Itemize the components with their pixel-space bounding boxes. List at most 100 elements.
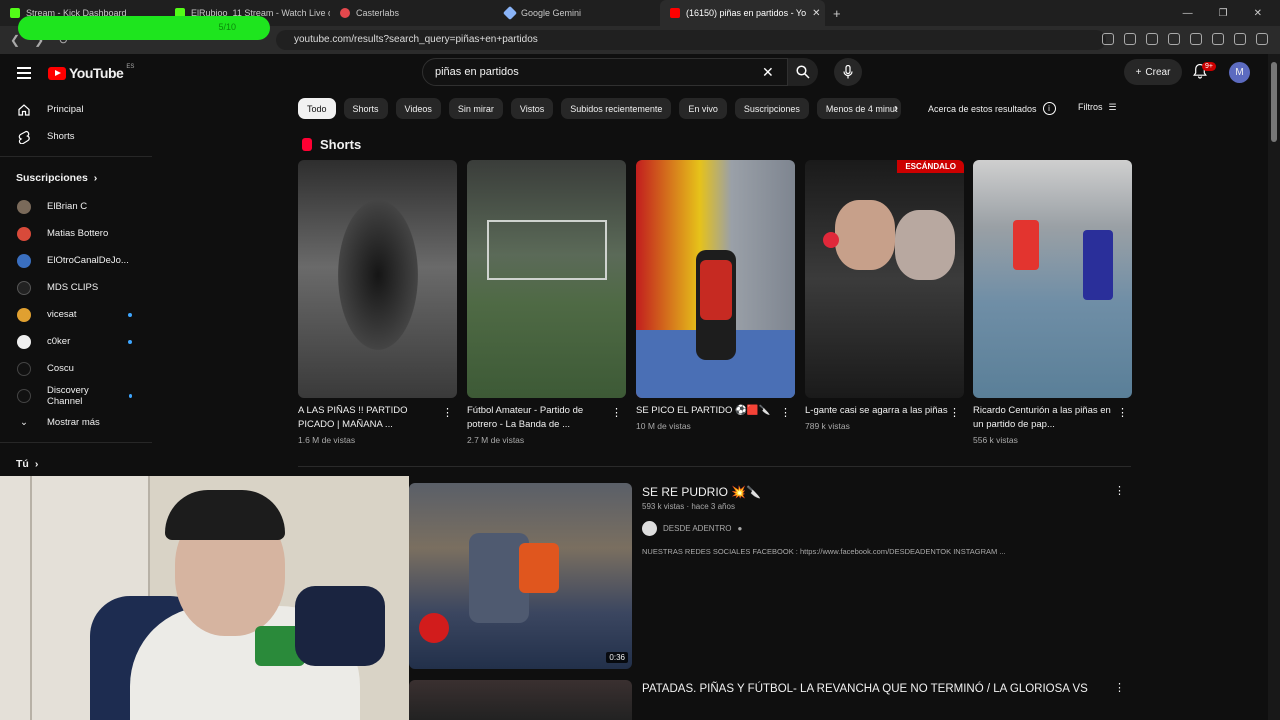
divider [0, 156, 152, 157]
youtube-play-icon [48, 66, 66, 80]
url-field[interactable]: youtube.com/results?search_query=piñas+e… [276, 30, 1106, 50]
filters-button[interactable]: Filtros ☰ [1078, 102, 1117, 113]
about-results[interactable]: Acerca de estos resultados i [928, 102, 1056, 115]
info-icon: i [1042, 102, 1056, 115]
youtube-logo[interactable]: YouTube ES [48, 64, 134, 81]
chip-subscriptions[interactable]: Suscripciones [734, 98, 809, 119]
short-card[interactable]: A LAS PIÑAS !! PARTIDO PICADO | MAÑANA .… [298, 160, 457, 445]
short-thumbnail[interactable]: ESCÁNDALO [805, 160, 964, 398]
video-title[interactable]: PATADAS. PIÑAS Y FÚTBOL- LA REVANCHA QUE… [642, 683, 1088, 695]
chip-shorts[interactable]: Shorts [343, 98, 388, 119]
more-options-icon[interactable]: ⋮ [1114, 484, 1125, 497]
chip-under-4-min[interactable]: Menos de 4 minut [816, 98, 901, 119]
home-icon [18, 103, 30, 116]
short-thumbnail[interactable] [467, 160, 626, 398]
chip-live[interactable]: En vivo [679, 98, 727, 119]
extension-icon[interactable] [1124, 33, 1136, 45]
browser-tab-active[interactable]: (16150) piñas en partidos - Yo ✕ [660, 0, 825, 26]
filter-icon: ☰ [1108, 102, 1117, 112]
channel-link[interactable]: DESDE ADENTRO ● [642, 521, 742, 536]
hamburger-menu-icon[interactable] [17, 67, 31, 82]
video-thumbnail[interactable]: 0:36 [409, 483, 632, 669]
search-button[interactable] [788, 58, 818, 86]
extension-icon[interactable] [1212, 33, 1224, 45]
filter-chips: Todo Shorts Videos Sin mirar Vistos Subi… [298, 98, 901, 119]
more-options-icon[interactable]: ⋮ [1117, 406, 1128, 419]
extension-icon[interactable] [1168, 33, 1180, 45]
search-input[interactable]: piñas en partidos [422, 58, 788, 86]
chip-recent[interactable]: Subidos recientemente [561, 98, 672, 119]
channel-avatar [17, 280, 31, 295]
close-window-icon[interactable]: ✕ [1254, 8, 1262, 19]
sidebar-item-subscription[interactable]: ElBrian C [0, 193, 152, 220]
chip-watched[interactable]: Vistos [510, 98, 554, 119]
shorts-icon [18, 130, 30, 144]
browser-tab[interactable]: Google Gemini [495, 0, 660, 26]
sidebar-item-subscription[interactable]: vicesat [0, 301, 152, 328]
sidebar-item-subscription[interactable]: c0ker [0, 328, 152, 355]
shorts-icon [302, 138, 312, 151]
short-thumbnail[interactable] [298, 160, 457, 398]
new-tab-icon[interactable]: + [825, 6, 849, 21]
more-options-icon[interactable]: ⋮ [1114, 681, 1125, 694]
kick-icon [10, 8, 20, 18]
more-options-icon[interactable]: ⋮ [611, 406, 622, 419]
extension-icon[interactable] [1146, 33, 1158, 45]
channel-avatar [17, 388, 31, 403]
new-content-dot [128, 312, 132, 317]
scrollbar-thumb[interactable] [1271, 62, 1277, 142]
browser-tab[interactable]: Casterlabs [330, 0, 495, 26]
subscriptions-header[interactable]: Suscripciones › [0, 163, 152, 193]
you-section-header[interactable]: Tú › [0, 449, 152, 479]
minimize-icon[interactable]: — [1183, 8, 1193, 19]
chip-all[interactable]: Todo [298, 98, 336, 119]
sidebar-item-subscription[interactable]: ElOtroCanalDeJo... [0, 247, 152, 274]
extensions [1102, 33, 1268, 45]
short-thumbnail[interactable] [636, 160, 795, 398]
scrollbar[interactable] [1268, 54, 1280, 720]
search-icon [796, 65, 810, 79]
account-avatar[interactable]: M [1229, 62, 1250, 83]
chevron-right-icon: › [93, 172, 98, 184]
sidebar-item-subscription[interactable]: Coscu [0, 355, 152, 382]
video-thumbnail[interactable] [409, 680, 632, 720]
microphone-icon [843, 65, 853, 79]
short-thumbnail[interactable] [973, 160, 1132, 398]
short-card[interactable]: Ricardo Centurión a las piñas en un part… [973, 160, 1132, 445]
new-content-dot [128, 393, 132, 398]
create-button[interactable]: + Crear [1124, 59, 1182, 85]
chevron-right-icon[interactable]: › [894, 101, 898, 115]
maximize-icon[interactable]: ❐ [1219, 8, 1228, 19]
clear-search-icon[interactable]: ✕ [762, 64, 774, 81]
video-title[interactable]: SE RE PUDRIO 💥🔪 [642, 485, 761, 499]
short-card[interactable]: SE PICO EL PARTIDO ⚽🟥🔪 10 M de vistas ⋮ [636, 160, 795, 431]
short-card[interactable]: ESCÁNDALO L-gante casi se agarra a las p… [805, 160, 964, 431]
sidebar-item-subscription[interactable]: Matias Bottero [0, 220, 152, 247]
more-options-icon[interactable]: ⋮ [780, 406, 791, 419]
extension-icon[interactable] [1102, 33, 1114, 45]
channel-avatar [17, 361, 31, 376]
sidebar-item-subscription[interactable]: MDS CLIPS [0, 274, 152, 301]
short-card[interactable]: Fútbol Amateur - Partido de potrero - La… [467, 160, 626, 445]
close-tab-icon[interactable]: ✕ [812, 8, 820, 19]
divider [0, 442, 152, 443]
extension-icon[interactable] [1190, 33, 1202, 45]
sidebar-item-subscription[interactable]: Discovery Channel [0, 382, 152, 409]
gemini-icon [502, 5, 518, 21]
sidebar-item-shorts[interactable]: Shorts [0, 123, 152, 150]
webcam-overlay [0, 476, 409, 720]
chevron-down-icon: ⌄ [20, 417, 28, 428]
back-icon[interactable]: ❮ [10, 33, 20, 47]
menu-icon[interactable] [1256, 33, 1268, 45]
more-options-icon[interactable]: ⋮ [949, 406, 960, 419]
sidebar-item-home[interactable]: Principal [0, 96, 152, 123]
chip-videos[interactable]: Videos [395, 98, 441, 119]
more-options-icon[interactable]: ⋮ [442, 406, 453, 419]
extension-icon[interactable] [1234, 33, 1246, 45]
video-meta: 593 k vistas · hace 3 años [642, 502, 735, 511]
voice-search-button[interactable] [834, 58, 862, 86]
chip-unwatched[interactable]: Sin mirar [448, 98, 503, 119]
video-duration: 0:36 [606, 652, 628, 663]
channel-avatar [17, 334, 31, 349]
show-more-button[interactable]: ⌄ Mostrar más [0, 409, 152, 436]
